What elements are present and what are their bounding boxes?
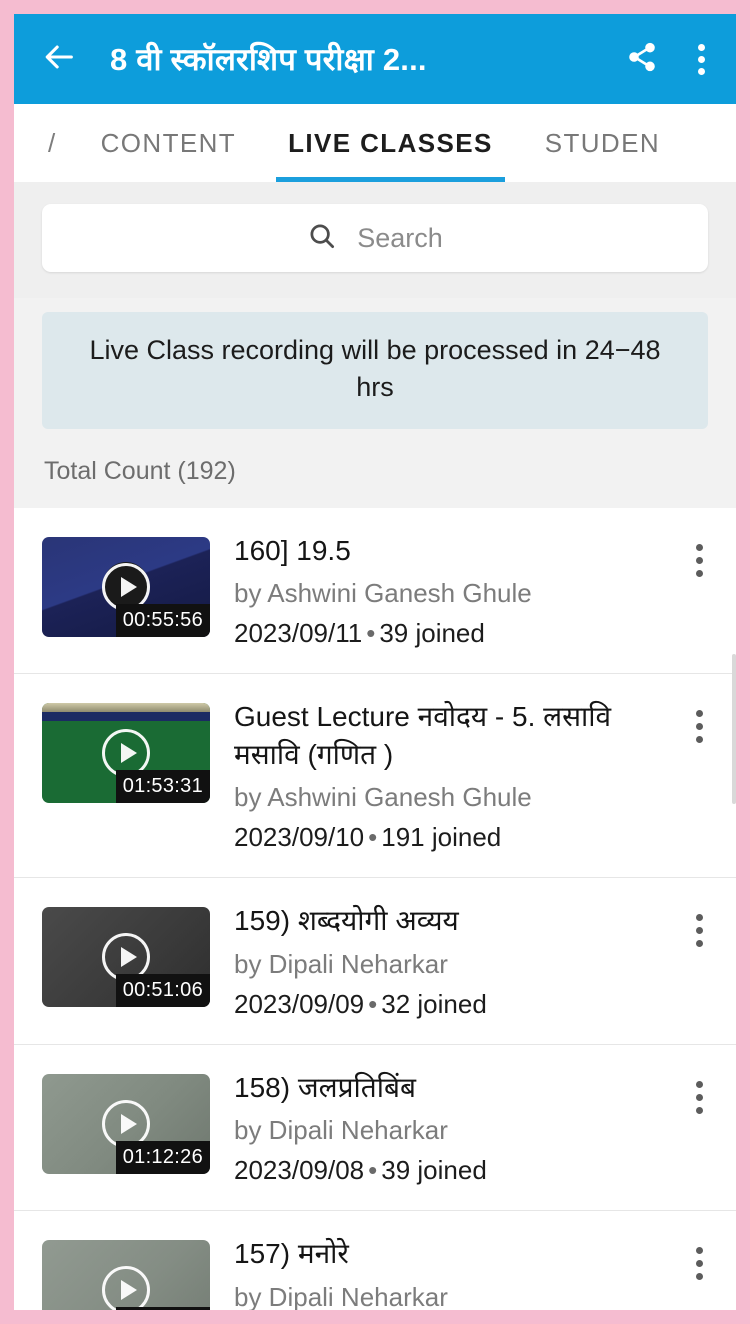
- video-duration: 00:55:56: [115, 603, 210, 637]
- video-joined-count: 39 joined: [379, 618, 485, 649]
- app-bar: 8 वी स्कॉलरशिप परीक्षा 2...: [14, 14, 736, 104]
- search-section: Search: [14, 182, 736, 298]
- video-title: 158) जलप्रतिबिंब: [234, 1071, 416, 1103]
- video-date: 2023/09/11: [234, 618, 363, 649]
- list-item-meta: 158) जलप्रतिबिंब by Dipali Neharkar 2023…: [234, 1069, 660, 1187]
- total-count-label: Total Count (192): [44, 456, 236, 485]
- list-item-overflow-button[interactable]: [684, 902, 714, 948]
- tab-label: STUDEN: [544, 127, 661, 158]
- tab-partial-previous[interactable]: /: [48, 104, 75, 182]
- video-duration: 01:15:27: [115, 1307, 210, 1310]
- video-subline: 2023/09/09 • 32 joined: [234, 989, 650, 1020]
- list-item[interactable]: 01:15:27 157) मनोरे by Dipali Neharkar 2…: [14, 1211, 736, 1310]
- tab-label: LIVE CLASSES: [288, 127, 493, 158]
- separator-dot: •: [366, 618, 376, 649]
- video-joined-count: 191 joined: [381, 822, 502, 853]
- share-button[interactable]: [622, 37, 662, 81]
- video-subline: 2023/09/11 • 39 joined: [234, 618, 650, 649]
- play-icon: [102, 1266, 150, 1310]
- video-title: 159) शब्दयोगी अव्यय: [234, 905, 459, 937]
- separator-dot: •: [368, 1155, 378, 1186]
- video-title: 157) मनोरे: [234, 1238, 349, 1270]
- list-item-meta: 159) शब्दयोगी अव्यय by Dipali Neharkar 2…: [234, 902, 660, 1020]
- video-thumbnail[interactable]: 01:12:26: [42, 1073, 210, 1174]
- list-item-meta: 157) मनोरे by Dipali Neharkar 2023/09/07…: [234, 1235, 660, 1310]
- video-duration: 01:53:31: [115, 770, 210, 804]
- back-button[interactable]: [40, 37, 80, 81]
- arrow-left-icon: [43, 40, 77, 79]
- video-title: Guest Lecture नवोदय - 5. लसावि मसावि (गण…: [234, 701, 612, 770]
- video-date: 2023/09/09: [234, 988, 365, 1019]
- list-item[interactable]: 00:55:56 160] 19.5 by Ashwini Ganesh Ghu…: [14, 508, 736, 675]
- tab-bar: / CONTENT LIVE CLASSES STUDEN: [14, 104, 736, 182]
- list-item[interactable]: 01:53:31 Guest Lecture नवोदय - 5. लसावि …: [14, 674, 736, 879]
- search-placeholder: Search: [357, 222, 443, 253]
- tab-label: /: [48, 127, 57, 158]
- list-item[interactable]: 00:51:06 159) शब्दयोगी अव्यय by Dipali N…: [14, 878, 736, 1045]
- video-subline: 2023/09/10 • 191 joined: [234, 822, 650, 853]
- search-input[interactable]: Search: [42, 204, 708, 272]
- video-date: 2023/09/08: [234, 1155, 365, 1186]
- list-item-overflow-button[interactable]: [684, 1069, 714, 1114]
- video-thumbnail[interactable]: 00:51:06: [42, 907, 210, 1008]
- video-thumbnail[interactable]: 01:15:27: [42, 1240, 210, 1310]
- recording-notice: Live Class recording will be processed i…: [42, 312, 708, 429]
- list-item-overflow-button[interactable]: [684, 1235, 714, 1281]
- window-menubar-decoration: [42, 712, 210, 722]
- video-author: by Ashwini Ganesh Ghule: [234, 782, 532, 813]
- video-author: by Ashwini Ganesh Ghule: [234, 578, 532, 609]
- notice-section: Live Class recording will be processed i…: [14, 298, 736, 508]
- video-subline: 2023/09/08 • 39 joined: [234, 1155, 650, 1186]
- video-duration: 00:51:06: [115, 974, 210, 1008]
- scrollbar[interactable]: [732, 654, 736, 804]
- video-date: 2023/09/10: [234, 822, 365, 853]
- window-titlebar-decoration: [42, 703, 210, 713]
- video-thumbnail[interactable]: 01:53:31: [42, 703, 210, 804]
- video-title: 160] 19.5: [234, 534, 351, 566]
- live-class-list: 00:55:56 160] 19.5 by Ashwini Ganesh Ghu…: [14, 507, 736, 1310]
- video-joined-count: 32 joined: [381, 988, 487, 1019]
- tab-content[interactable]: CONTENT: [75, 104, 262, 182]
- list-item[interactable]: 01:12:26 158) जलप्रतिबिंब by Dipali Neha…: [14, 1045, 736, 1212]
- list-item-overflow-button[interactable]: [684, 698, 714, 744]
- app-screen: 8 वी स्कॉलरशिप परीक्षा 2... / CONTENT LI…: [14, 14, 736, 1310]
- video-author: by Dipali Neharkar: [234, 948, 448, 979]
- list-item-overflow-button[interactable]: [684, 532, 714, 577]
- list-item-meta: 160] 19.5 by Ashwini Ganesh Ghule 2023/0…: [234, 532, 660, 650]
- video-joined-count: 39 joined: [381, 1155, 487, 1186]
- separator-dot: •: [368, 822, 378, 853]
- tab-label: CONTENT: [100, 127, 237, 158]
- separator-dot: •: [368, 988, 378, 1019]
- list-item-meta: Guest Lecture नवोदय - 5. लसावि मसावि (गण…: [234, 698, 660, 853]
- video-duration: 01:12:26: [115, 1140, 210, 1174]
- video-author: by Dipali Neharkar: [234, 1281, 448, 1310]
- page-title: 8 वी स्कॉलरशिप परीक्षा 2...: [110, 42, 427, 77]
- tab-live-classes[interactable]: LIVE CLASSES: [262, 104, 519, 182]
- search-icon: [307, 221, 337, 256]
- video-thumbnail[interactable]: 00:55:56: [42, 536, 210, 637]
- app-bar-actions: [622, 37, 714, 81]
- tab-students[interactable]: STUDEN: [519, 104, 686, 182]
- share-icon: [626, 41, 658, 78]
- overflow-menu-button[interactable]: [688, 37, 714, 81]
- video-author: by Dipali Neharkar: [234, 1115, 448, 1146]
